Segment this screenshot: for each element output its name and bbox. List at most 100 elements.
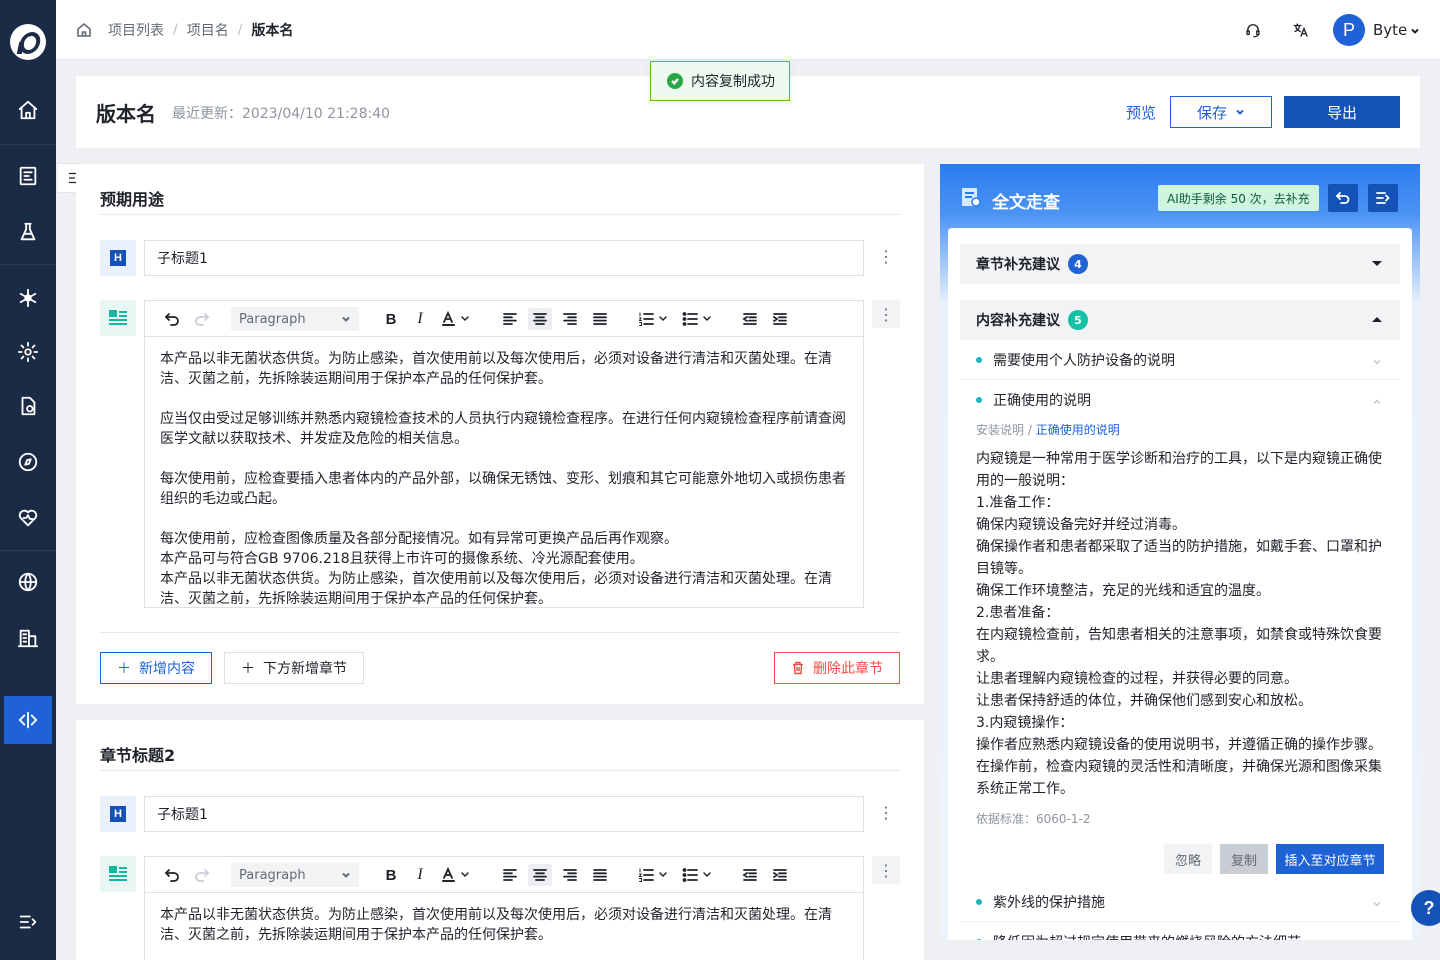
support-button[interactable] [1237,14,1269,46]
paragraph-block-icon [100,856,136,892]
avatar[interactable]: P [1333,14,1365,46]
bullet-list-button[interactable] [681,308,717,330]
suggestion-item[interactable]: 降低因为超过规定使用带来的燃烧风险的方法细节 [960,922,1400,940]
align-justify-icon[interactable] [589,308,611,330]
ai-quota-badge[interactable]: AI助手剩余 50 次，去补充 [1158,185,1319,211]
ai-review-panel: 全文走查 AI助手剩余 50 次，去补充 章节补充建议 4 内容补充建议 5 需… [940,164,1420,940]
translate-button[interactable] [1285,14,1317,46]
subtitle-input[interactable]: 子标题1 [144,796,864,832]
ignore-button[interactable]: 忽略 [1164,844,1212,874]
font-color-button[interactable] [441,864,475,886]
align-left-icon[interactable] [499,308,521,330]
flask-icon[interactable] [4,208,52,256]
compass-icon[interactable] [4,438,52,486]
help-button[interactable]: ? [1411,890,1440,926]
font-color-button[interactable] [441,308,475,330]
heart-icon[interactable] [4,494,52,542]
chapter-title[interactable]: 章节标题2 [100,742,175,766]
align-center-icon[interactable] [528,308,552,330]
ordered-list-button[interactable] [637,864,673,886]
home-icon[interactable] [4,86,52,134]
section-chapter-suggestions[interactable]: 章节补充建议 4 [960,244,1400,284]
heading-block-icon: H [100,796,136,832]
save-button[interactable]: 保存 [1170,96,1272,128]
editor-content[interactable]: 本产品以非无菌状态供货。为防止感染，首次使用前以及每次使用后，必须对设备进行清洁… [145,337,863,607]
globe-icon[interactable] [4,558,52,606]
delete-chapter-button[interactable]: 删除此章节 [774,652,900,684]
chevron-down-icon[interactable] [1410,24,1420,34]
align-right-icon[interactable] [559,864,581,886]
bold-button[interactable]: B [381,864,401,886]
app-logo[interactable] [10,24,46,60]
paragraph-style-select[interactable]: Paragraph [231,307,359,331]
copy-button[interactable]: 复制 [1220,844,1268,874]
suggestion-path-link[interactable]: 正确使用的说明 [1036,423,1120,437]
document-scan-icon [962,188,981,207]
indent-icon[interactable] [769,308,791,330]
home-icon[interactable] [76,22,92,38]
file-icon[interactable] [4,382,52,430]
align-left-icon[interactable] [499,864,521,886]
report-icon[interactable] [4,152,52,200]
italic-button[interactable]: I [411,864,429,886]
collapse-icon [1376,192,1390,204]
italic-button[interactable]: I [411,308,429,330]
ordered-list-button[interactable] [637,308,673,330]
align-right-icon[interactable] [559,308,581,330]
save-button-label: 保存 [1196,103,1227,122]
editor-content[interactable]: 本产品以非无菌状态供货。为防止感染，首次使用前以及每次使用后，必须对设备进行清洁… [145,893,863,957]
suggestion-item[interactable]: 正确使用的说明 [960,380,1400,420]
breadcrumb-project-list[interactable]: 项目列表 [108,20,164,40]
align-center-icon[interactable] [528,864,552,886]
bullet-list-button[interactable] [681,864,717,886]
breadcrumb-version: 版本名 [251,23,294,39]
toast-text: 内容复制成功 [691,74,775,90]
page-title: 版本名 [96,102,156,126]
rich-text-editor[interactable]: Paragraph B I 本产品以非无菌状态供货。为防止感染，首次使用前以及每… [144,300,864,608]
section-content-suggestions[interactable]: 内容补充建议 5 [960,300,1400,340]
breadcrumb-project[interactable]: 项目名 [187,20,229,40]
more-icon[interactable]: ⋮ [872,798,900,826]
subtitle-input[interactable]: 子标题1 [144,240,864,276]
snowflake-icon[interactable] [4,274,52,322]
chapter-title[interactable]: 预期用途 [100,186,164,210]
align-justify-icon[interactable] [589,864,611,886]
trash-icon [793,661,803,675]
more-icon[interactable]: ⋮ [872,300,900,328]
bold-button[interactable]: B [381,308,401,330]
expand-icon[interactable] [4,898,52,946]
collapse-panel-button[interactable] [1368,184,1398,212]
outdent-icon[interactable] [739,308,761,330]
suggestion-label: 需要使用个人防护设备的说明 [993,352,1175,369]
undo-icon[interactable] [161,864,183,886]
chapter-card: 预期用途 H 子标题1 ⋮ Paragraph B I 本产品以非无菌状态供货。… [76,164,924,704]
suggestion-item[interactable]: 紫外线的保护措施 [960,882,1400,922]
text-line: 洁、灭菌之前，先拆除装运期间用于保护本产品的任何保护套。 [160,927,552,943]
editor-toolbar: Paragraph B I [145,857,863,893]
success-toast: 内容复制成功 [650,61,790,101]
redo-icon[interactable] [191,864,213,886]
building-icon[interactable] [4,614,52,662]
insert-to-chapter-button[interactable]: 插入至对应章节 [1276,844,1384,874]
code-icon[interactable] [4,696,52,744]
paragraph-style-select[interactable]: Paragraph [231,863,359,887]
more-icon[interactable]: ⋮ [872,242,900,270]
panel-title: 全文走查 [992,193,1060,213]
refresh-button[interactable] [1328,184,1358,212]
undo-icon[interactable] [161,308,183,330]
export-button[interactable]: 导出 [1284,96,1400,128]
rich-text-editor[interactable]: Paragraph B I 本产品以非无菌状态供货。为防止感染，首次使用前以及每… [144,856,864,960]
indent-icon[interactable] [769,864,791,886]
preview-button[interactable]: 预览 [1126,102,1156,123]
gear-icon[interactable] [4,328,52,376]
add-chapter-below-button[interactable]: ＋ 下方新增章节 [224,652,364,684]
suggestion-item[interactable]: 需要使用个人防护设备的说明 [960,340,1400,380]
more-icon[interactable]: ⋮ [872,856,900,884]
redo-icon[interactable] [191,308,213,330]
outdent-icon[interactable] [739,864,761,886]
count-badge: 4 [1068,254,1088,274]
user-name[interactable]: Byte [1373,21,1407,39]
chevron-down-icon [342,872,350,878]
caret-down-icon [1372,261,1382,266]
add-content-button[interactable]: ＋ 新增内容 [100,652,212,684]
